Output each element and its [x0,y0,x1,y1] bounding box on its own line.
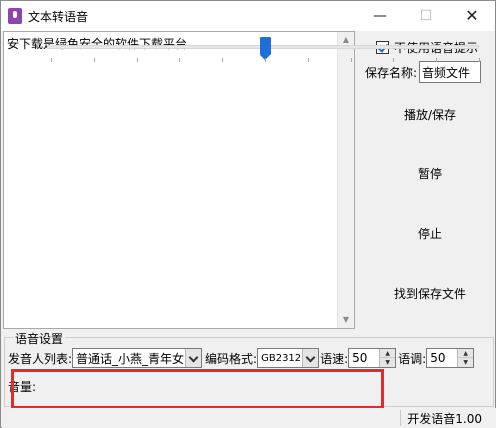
app-window: 文本转语音 — ☐ ✕ 安下载是绿色安全的软件下载平台。 ▲ ▼ 不使用语音提示… [0,0,496,428]
save-name-row: 保存名称: [365,61,482,83]
chevron-down-icon[interactable] [185,349,202,367]
save-name-input[interactable] [419,61,482,83]
microphone-icon [8,8,22,24]
find-file-button[interactable]: 找到保存文件 [370,282,490,306]
encoding-select[interactable]: GB2312 [257,348,320,368]
pitch-label: 语调: [398,351,427,366]
voice-label: 发音人列表: [8,351,73,366]
pitch-value: 50 [430,351,446,365]
status-bar: 开发语音1.00 [2,408,496,428]
encoding-value: GB2312 [261,352,302,364]
side-panel: 不使用语音提示 保存名称: 播放/保存 暂停 停止 找到保存文件 [358,31,493,329]
volume-tick [265,58,266,62]
maximize-icon[interactable]: ☐ [403,1,449,31]
spin-up-icon[interactable]: ▲ [458,349,474,358]
editor-text: 安下载是绿色安全的软件下载平台。 [7,37,200,51]
volume-tick [479,58,480,62]
volume-tick [222,58,224,62]
voice-select[interactable]: 普通话_小燕_青年女 [72,348,203,368]
volume-tick [393,58,395,62]
volume-tick [93,58,95,62]
volume-tick [51,58,52,62]
scroll-down-icon[interactable]: ▼ [338,312,354,328]
volume-tick [350,58,352,62]
pitch-stepper[interactable]: 50 ▲ ▼ [426,348,475,368]
text-editor[interactable]: 安下载是绿色安全的软件下载平台。 ▲ ▼ [3,31,355,329]
highlight-box [11,369,384,409]
encoding-label: 编码格式: [205,351,258,366]
save-name-label: 保存名称: [365,65,418,80]
play-save-button[interactable]: 播放/保存 [370,103,490,127]
spin-up-icon[interactable]: ▲ [380,349,396,358]
spin-down-icon[interactable]: ▼ [380,358,395,367]
volume-tick [179,58,181,62]
chevron-down-icon[interactable] [302,349,319,367]
window-title: 文本转语音 [28,10,89,24]
minimize-icon[interactable]: — [357,1,403,31]
vertical-scrollbar[interactable]: ▲ ▼ [337,32,354,328]
volume-slider-thumb[interactable] [259,37,271,60]
stop-button[interactable]: 停止 [370,222,490,246]
volume-tick [136,58,138,62]
title-bar: 文本转语音 — ☐ ✕ [1,1,495,31]
speed-value: 50 [352,351,368,365]
status-separator [400,410,401,426]
speed-label: 语速: [320,351,349,366]
status-text: 开发语音1.00 [407,412,482,426]
voice-value: 普通话_小燕_青年女 [76,351,185,366]
spin-down-icon[interactable]: ▼ [458,358,473,367]
pause-button[interactable]: 暂停 [370,162,490,186]
voice-settings-title: 语音设置 [13,330,66,347]
pitch-spin-buttons[interactable]: ▲ ▼ [457,349,474,367]
speed-stepper[interactable]: 50 ▲ ▼ [348,348,397,368]
volume-tick [307,58,309,62]
close-icon[interactable]: ✕ [449,1,495,31]
volume-tick [436,58,438,62]
settings-row: 发音人列表: 普通话_小燕_青年女 编码格式: GB2312 语速: 50 ▲ … [8,348,475,368]
speed-spin-buttons[interactable]: ▲ ▼ [379,349,396,367]
